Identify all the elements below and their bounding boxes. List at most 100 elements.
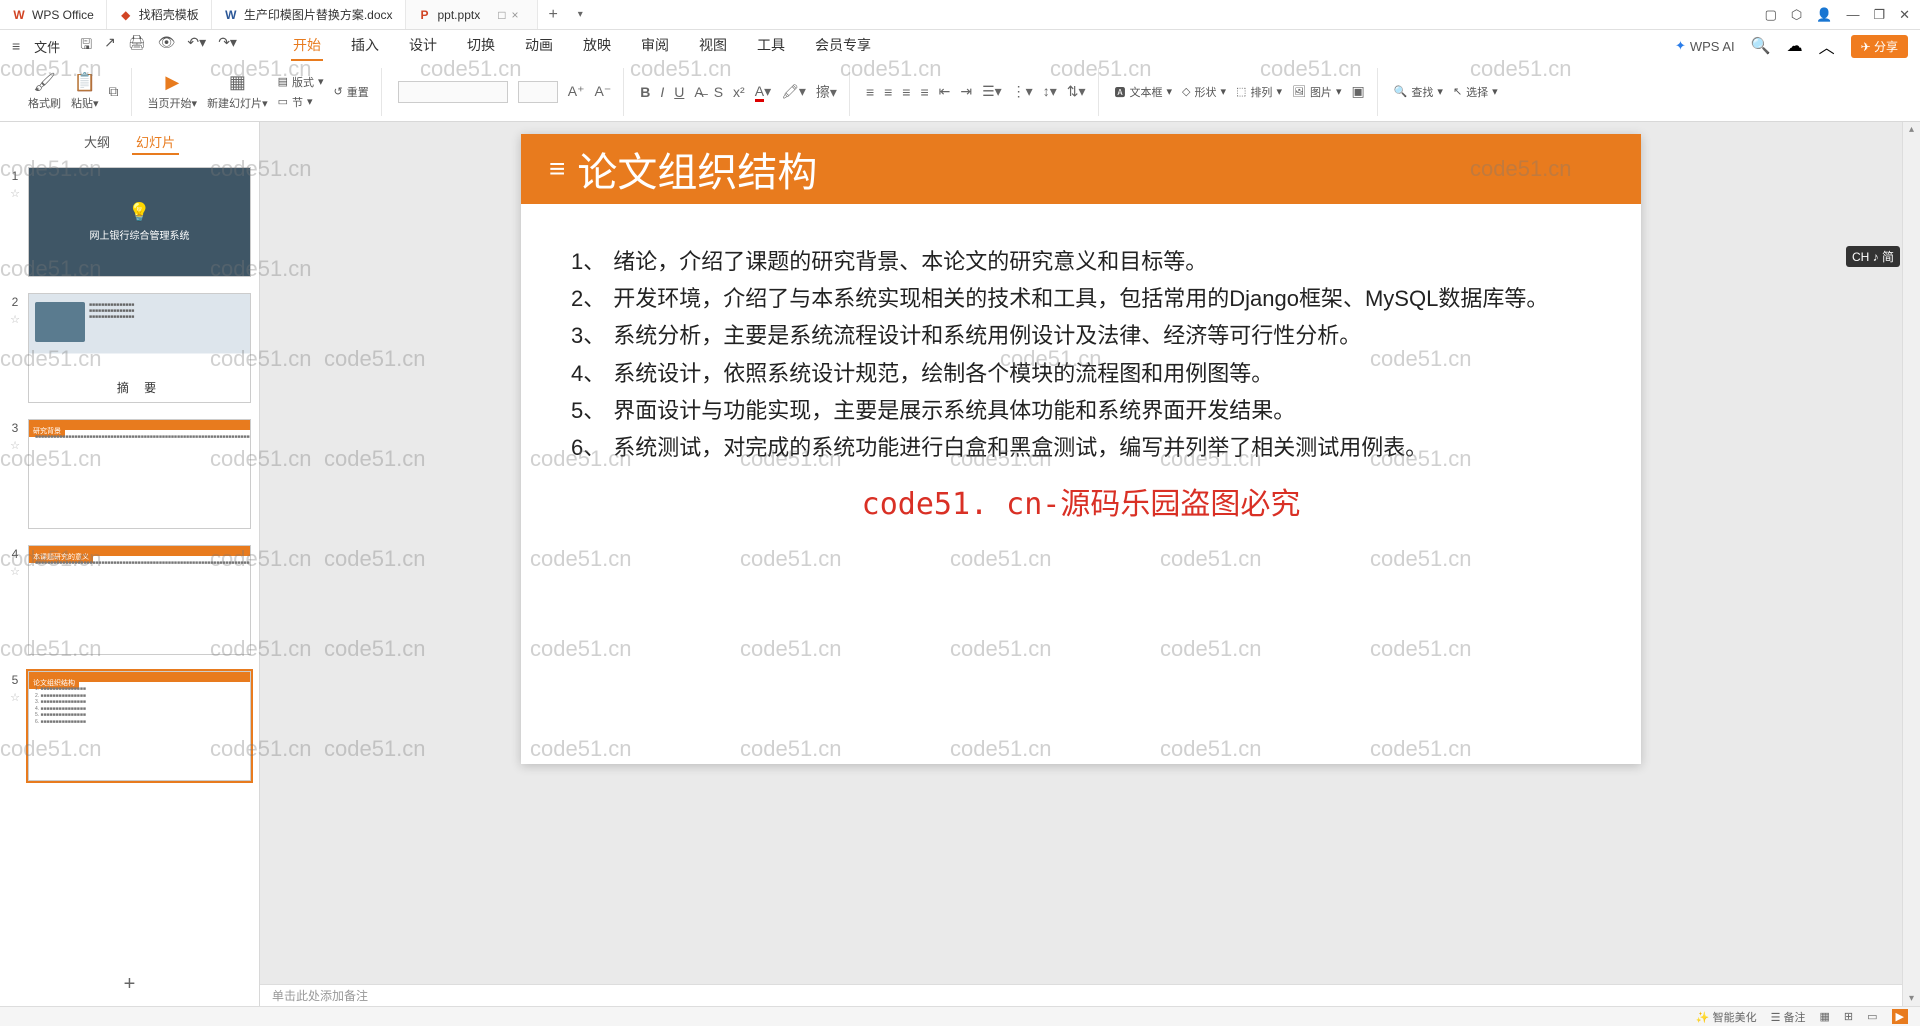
vertical-scrollbar[interactable]: ▴ ▾	[1902, 122, 1920, 1006]
thumbnail-2[interactable]: 2☆ ■■■■■■■■■■■■■■■■■■■■■■■■■■■■■■■■■■■■■…	[8, 293, 251, 403]
scroll-up-icon[interactable]: ▴	[1903, 124, 1920, 135]
tab-template-store[interactable]: ◆ 找稻壳模板	[107, 0, 212, 29]
tab-transition[interactable]: 切换	[465, 31, 497, 61]
star-icon[interactable]: ☆	[10, 439, 20, 452]
thumbnail-1[interactable]: 1☆ 💡 网上银行综合管理系统	[8, 167, 251, 277]
slide-thumb[interactable]: 研究背景 ■■■■■■■■■■■■■■■■■■■■■■■■■■■■■■■■■■■…	[28, 419, 251, 529]
slide[interactable]: ≡ 论文组织结构 1、绪论，介绍了课题的研究背景、本论文的研究意义和目标等。 2…	[521, 134, 1641, 764]
format-painter-button[interactable]: 🖌格式刷	[28, 72, 61, 111]
close-window-icon[interactable]: ✕	[1899, 7, 1910, 23]
new-slide-button[interactable]: ▦新建幻灯片▾	[207, 72, 268, 111]
fill-icon[interactable]: ▣	[1351, 83, 1364, 100]
view-sorter-icon[interactable]: ⊞	[1844, 1010, 1853, 1023]
hamburger-icon[interactable]: ≡	[12, 38, 20, 54]
layout-button[interactable]: ▤版式▾	[278, 74, 324, 90]
view-reading-icon[interactable]: ▭	[1867, 1010, 1877, 1023]
from-current-button[interactable]: ▶当页开始▾	[148, 72, 198, 111]
tab-view[interactable]: 视图	[697, 31, 729, 61]
save-icon[interactable]: 🖫	[80, 34, 92, 58]
tab-slideshow[interactable]: 放映	[581, 31, 613, 61]
indent-decrease-icon[interactable]: ⇤	[939, 83, 951, 100]
star-icon[interactable]: ☆	[10, 691, 20, 704]
ime-badge[interactable]: CH ♪ 简	[1846, 246, 1900, 267]
tab-insert[interactable]: 插入	[349, 31, 381, 61]
view-normal-icon[interactable]: ▦	[1820, 1010, 1830, 1023]
copy-icon[interactable]: ⧉	[109, 83, 119, 100]
font-color-icon[interactable]: A▾	[755, 83, 771, 100]
find-button[interactable]: 🔍查找▾	[1394, 84, 1443, 100]
bullets-icon[interactable]: ☰▾	[982, 83, 1002, 100]
print-icon[interactable]: 🖨	[128, 34, 146, 58]
thumbnail-3[interactable]: 3☆ 研究背景 ■■■■■■■■■■■■■■■■■■■■■■■■■■■■■■■■…	[8, 419, 251, 529]
align-center-icon[interactable]: ≡	[884, 84, 892, 100]
strikethrough-icon[interactable]: S	[714, 84, 723, 100]
undo-icon[interactable]: ↶▾	[187, 34, 206, 58]
increase-font-icon[interactable]: A⁺	[568, 83, 585, 100]
tab-member[interactable]: 会员专享	[813, 31, 873, 61]
thumbnail-list[interactable]: 1☆ 💡 网上银行综合管理系统 2☆ ■■■■■■■■■■■■■■■■■■■■■…	[0, 163, 259, 963]
clear-format-icon[interactable]: 擦▾	[816, 82, 837, 102]
arrange-button[interactable]: ⬚排列▾	[1236, 84, 1282, 100]
wps-ai-button[interactable]: ✦WPS AI	[1675, 38, 1735, 54]
superscript-icon[interactable]: x²	[733, 84, 745, 100]
reset-button[interactable]: ↺重置	[334, 84, 369, 100]
slide-thumb[interactable]: 本课题研究的意义 ■■■■■■■■■■■■■■■■■■■■■■■■■■■■■■■…	[28, 545, 251, 655]
thumbnail-5[interactable]: 5☆ 论文组织结构 1. ■■■■■■■■■■■■■■■2. ■■■■■■■■■…	[8, 671, 251, 781]
strike-icon[interactable]: A̶	[694, 84, 703, 100]
tab-start[interactable]: 开始	[291, 31, 323, 61]
tab-review[interactable]: 审阅	[639, 31, 671, 61]
font-size-input[interactable]	[518, 81, 558, 103]
bold-icon[interactable]: B	[640, 84, 650, 100]
export-icon[interactable]: ↗	[104, 34, 116, 58]
tab-design[interactable]: 设计	[407, 31, 439, 61]
smart-beautify[interactable]: ✨ 智能美化	[1696, 1009, 1757, 1025]
cloud-icon[interactable]: ☁	[1787, 36, 1803, 56]
star-icon[interactable]: ☆	[10, 565, 20, 578]
share-button[interactable]: ✈ 分享	[1851, 35, 1908, 58]
picture-button[interactable]: 🖼图片▾	[1292, 84, 1342, 100]
tab-docx[interactable]: W 生产印模图片替换方案.docx	[212, 0, 406, 29]
notes-pane[interactable]: 单击此处添加备注	[260, 984, 1902, 1006]
maximize-icon[interactable]: ❐	[1873, 7, 1885, 23]
font-family-input[interactable]	[398, 81, 508, 103]
star-icon[interactable]: ☆	[10, 313, 20, 326]
window-cube-icon[interactable]: ⬡	[1791, 7, 1802, 23]
text-direction-icon[interactable]: ⇅▾	[1067, 83, 1086, 100]
minimize-icon[interactable]: ―	[1846, 7, 1859, 22]
align-left-icon[interactable]: ≡	[866, 84, 874, 100]
slide-thumb[interactable]: ■■■■■■■■■■■■■■■■■■■■■■■■■■■■■■■■■■■■■■■■…	[28, 293, 251, 403]
notes-toggle[interactable]: ☰ 备注	[1771, 1009, 1806, 1025]
scroll-down-icon[interactable]: ▾	[1903, 993, 1920, 1004]
outline-tab[interactable]: 大纲	[80, 130, 114, 155]
select-button[interactable]: ↖选择▾	[1453, 84, 1498, 100]
new-tab-button[interactable]: +	[538, 0, 567, 29]
line-spacing-icon[interactable]: ↕▾	[1043, 83, 1057, 100]
align-right-icon[interactable]: ≡	[902, 84, 910, 100]
redo-icon[interactable]: ↷▾	[218, 34, 237, 58]
view-slideshow-icon[interactable]: ▶	[1892, 1009, 1908, 1024]
tab-window-icon[interactable]: □	[498, 8, 505, 22]
tab-pptx[interactable]: P ppt.pptx □ ×	[406, 0, 539, 29]
thumbnail-4[interactable]: 4☆ 本课题研究的意义 ■■■■■■■■■■■■■■■■■■■■■■■■■■■■…	[8, 545, 251, 655]
chevron-up-icon[interactable]: ︿	[1819, 34, 1835, 58]
tab-wps-office[interactable]: W WPS Office	[0, 0, 107, 29]
shape-button[interactable]: ◇形状▾	[1182, 84, 1226, 100]
indent-increase-icon[interactable]: ⇥	[960, 83, 972, 100]
decrease-font-icon[interactable]: A⁻	[594, 83, 611, 100]
underline-icon[interactable]: U	[674, 84, 684, 100]
tab-animation[interactable]: 动画	[523, 31, 555, 61]
add-slide-button[interactable]: +	[0, 963, 259, 1006]
tab-tools[interactable]: 工具	[755, 31, 787, 61]
window-user-icon[interactable]: 👤	[1816, 7, 1832, 23]
slide-canvas[interactable]: ≡ 论文组织结构 1、绪论，介绍了课题的研究背景、本论文的研究意义和目标等。 2…	[260, 122, 1902, 984]
slide-thumb[interactable]: 论文组织结构 1. ■■■■■■■■■■■■■■■2. ■■■■■■■■■■■■…	[28, 671, 251, 781]
window-box-icon[interactable]: ▢	[1765, 7, 1777, 23]
star-icon[interactable]: ☆	[10, 187, 20, 200]
section-button[interactable]: ▭节▾	[278, 94, 324, 110]
textbox-button[interactable]: 🅰文本框▾	[1115, 84, 1173, 100]
slide-thumb[interactable]: 💡 网上银行综合管理系统	[28, 167, 251, 277]
close-tab-icon[interactable]: ×	[511, 8, 525, 22]
search-icon[interactable]: 🔍	[1751, 36, 1771, 56]
paste-button[interactable]: 📋粘贴▾	[71, 72, 99, 111]
highlight-icon[interactable]: 🖍▾	[781, 83, 806, 100]
